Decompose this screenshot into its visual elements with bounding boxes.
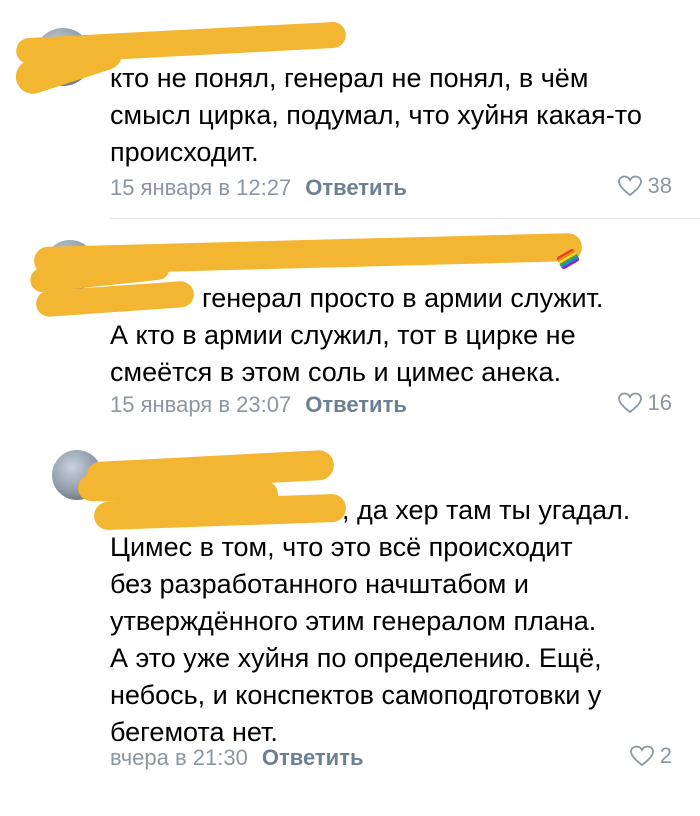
heart-icon <box>617 175 642 197</box>
comment-text: кто не понял, генерал не понял, в чём см… <box>110 63 642 167</box>
heart-icon <box>629 745 654 767</box>
comment-date: 15 января в 12:27 <box>110 175 292 200</box>
heart-icon <box>617 392 642 414</box>
comment-text: генерал просто в армии служит. А кто в а… <box>110 283 604 387</box>
like-count: 38 <box>647 173 672 198</box>
comment-date: вчера в 21:30 <box>110 745 248 770</box>
comment-text: , да хер там ты угадал. Цимес в том, что… <box>110 495 631 747</box>
comment-meta: вчера в 21:30 Ответить <box>110 745 364 771</box>
comment-date: 15 января в 23:07 <box>110 392 292 417</box>
like-button[interactable]: 2 <box>629 743 672 769</box>
divider <box>110 218 700 219</box>
like-count: 16 <box>647 390 672 415</box>
like-count: 2 <box>659 743 672 768</box>
comment-meta: 15 января в 12:27 Ответить <box>110 175 407 201</box>
reply-button[interactable]: Ответить <box>305 392 407 417</box>
like-button[interactable]: 38 <box>617 173 672 199</box>
comment-meta: 15 января в 23:07 Ответить <box>110 392 407 418</box>
reply-button[interactable]: Ответить <box>262 745 364 770</box>
reply-button[interactable]: Ответить <box>305 175 407 200</box>
like-button[interactable]: 16 <box>617 390 672 416</box>
